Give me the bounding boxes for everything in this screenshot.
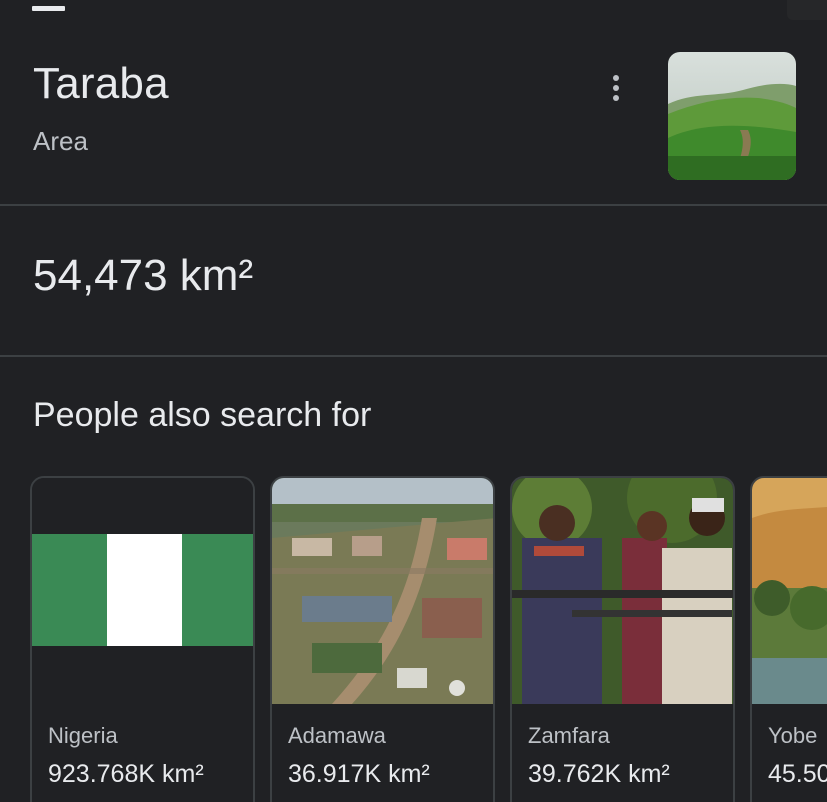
green-hills-landscape-image: [668, 52, 796, 180]
card-value: 45.50: [768, 760, 827, 788]
card-image: [512, 478, 733, 704]
card-image: [272, 478, 493, 704]
card-image: [32, 478, 253, 704]
people-also-search-carousel[interactable]: Nigeria 923.768K km² Adamawa 36.917K km²…: [30, 476, 827, 802]
entity-header: Taraba Area: [0, 0, 827, 205]
related-entity-card[interactable]: Yobe 45.50: [750, 476, 827, 802]
card-title: Nigeria: [48, 723, 118, 748]
card-value: 36.917K km²: [288, 760, 430, 788]
more-vert-icon: [613, 75, 619, 101]
town-aerial-photo-image: [272, 478, 493, 704]
card-title: Yobe: [768, 723, 818, 748]
divider: [0, 355, 827, 357]
entity-subtitle: Area: [33, 126, 88, 156]
desert-oasis-photo-image: [752, 478, 827, 704]
more-options-button[interactable]: [596, 66, 636, 110]
card-value: 923.768K km²: [48, 760, 204, 788]
card-value: 39.762K km²: [528, 760, 670, 788]
area-answer: 54,473 km²: [33, 251, 254, 300]
card-title: Adamawa: [288, 723, 386, 748]
knowledge-panel: Taraba Area 54,473 km² People also searc…: [0, 0, 827, 802]
nigeria-flag-image: [32, 478, 253, 704]
entity-title: Taraba: [33, 59, 169, 108]
card-image: [752, 478, 827, 704]
divider: [0, 204, 827, 206]
card-title: Zamfara: [528, 723, 610, 748]
armed-group-photo-image: [512, 478, 733, 704]
related-entity-card[interactable]: Adamawa 36.917K km²: [270, 476, 495, 802]
entity-thumbnail[interactable]: [668, 52, 796, 180]
related-entity-card[interactable]: Zamfara 39.762K km²: [510, 476, 735, 802]
related-entity-card[interactable]: Nigeria 923.768K km²: [30, 476, 255, 802]
people-also-search-heading: People also search for: [33, 396, 372, 434]
